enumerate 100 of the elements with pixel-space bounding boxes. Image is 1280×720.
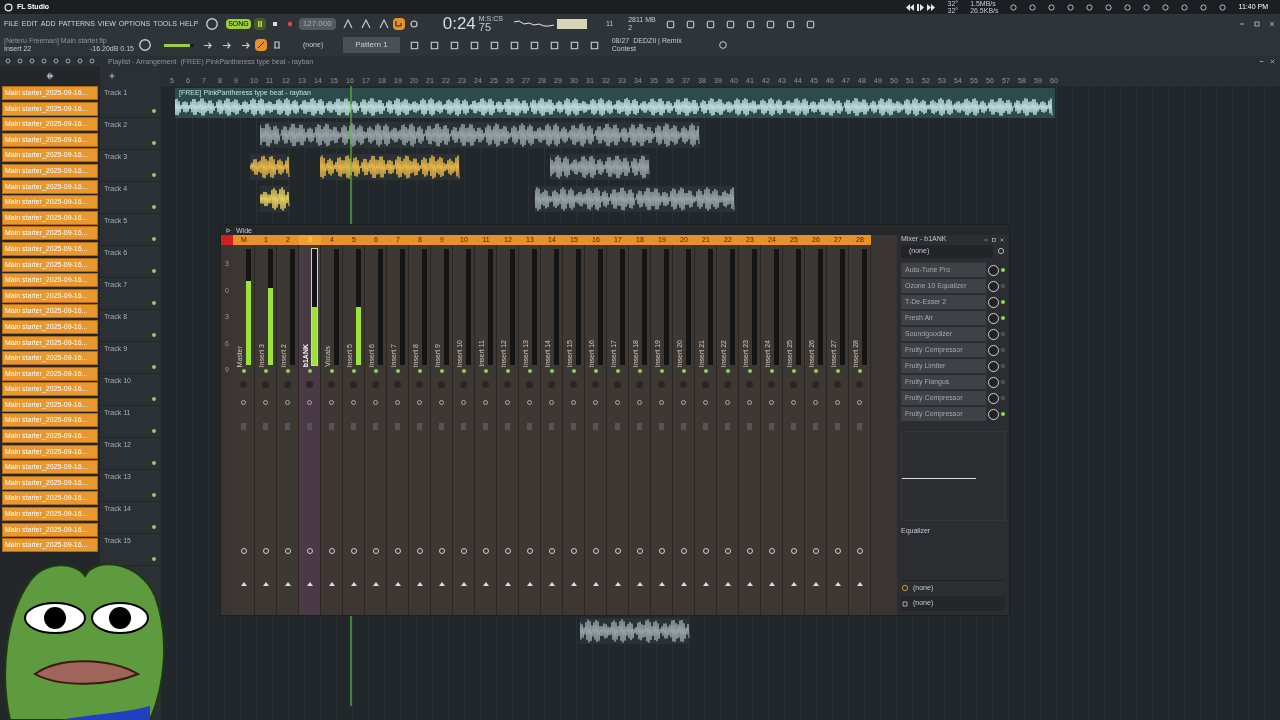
route-arrow-icon[interactable]	[460, 582, 467, 586]
audio-clip[interactable]	[260, 186, 290, 212]
strip-enabled-led[interactable]	[637, 369, 642, 373]
track-enabled-led[interactable]	[152, 493, 156, 497]
track-enabled-led[interactable]	[152, 333, 156, 337]
route-arrow-icon[interactable]	[856, 582, 863, 586]
route-arrow-icon[interactable]	[438, 582, 445, 586]
audio-clip[interactable]	[260, 122, 700, 148]
route-arrow-icon[interactable]	[746, 582, 753, 586]
mix-knob[interactable]	[988, 360, 999, 372]
route-arrow-icon[interactable]	[394, 582, 401, 586]
effect-enabled-led[interactable]	[1001, 268, 1005, 272]
track-enabled-led[interactable]	[152, 173, 156, 177]
audio-clip[interactable]	[250, 154, 290, 180]
master-volume-slider[interactable]	[164, 43, 190, 47]
audio-clip[interactable]	[320, 154, 460, 180]
route-arrow-icon[interactable]	[482, 582, 489, 586]
route-arrow-icon[interactable]	[724, 582, 731, 586]
strip-enabled-led[interactable]	[329, 369, 334, 373]
track-enabled-led[interactable]	[152, 237, 156, 241]
strip-enabled-led[interactable]	[857, 369, 862, 373]
strip-enabled-led[interactable]	[263, 369, 268, 373]
track-enabled-led[interactable]	[152, 461, 156, 465]
strip-enabled-led[interactable]	[681, 369, 686, 373]
route-arrow-icon[interactable]	[548, 582, 555, 586]
mix-knob[interactable]	[988, 264, 999, 276]
strip-enabled-led[interactable]	[593, 369, 598, 373]
strip-enabled-led[interactable]	[615, 369, 620, 373]
route-arrow-icon[interactable]	[570, 582, 577, 586]
route-arrow-icon[interactable]	[504, 582, 511, 586]
minimize-icon[interactable]	[1238, 20, 1246, 28]
audio-clip[interactable]	[535, 186, 735, 212]
strip-enabled-led[interactable]	[307, 369, 312, 373]
strip-enabled-led[interactable]	[241, 369, 246, 373]
track-enabled-led[interactable]	[152, 141, 156, 145]
route-arrow-icon[interactable]	[526, 582, 533, 586]
strip-enabled-led[interactable]	[549, 369, 554, 373]
strip-enabled-led[interactable]	[769, 369, 774, 373]
route-arrow-icon[interactable]	[614, 582, 621, 586]
mixer-menu-icon[interactable]	[225, 226, 232, 234]
audio-clip[interactable]	[550, 154, 650, 180]
effect-enabled-led[interactable]	[1001, 412, 1005, 416]
effect-enabled-led[interactable]	[1001, 300, 1005, 304]
route-arrow-icon[interactable]	[592, 582, 599, 586]
route-arrow-icon[interactable]	[240, 582, 247, 586]
track-enabled-led[interactable]	[152, 397, 156, 401]
strip-enabled-led[interactable]	[439, 369, 444, 373]
strip-enabled-led[interactable]	[527, 369, 532, 373]
strip-enabled-led[interactable]	[417, 369, 422, 373]
audio-clip[interactable]	[580, 618, 690, 644]
strip-enabled-led[interactable]	[373, 369, 378, 373]
restore-icon[interactable]	[991, 236, 997, 243]
waveform-icon[interactable]	[45, 71, 55, 81]
strip-enabled-led[interactable]	[505, 369, 510, 373]
strip-enabled-led[interactable]	[395, 369, 400, 373]
add-icon[interactable]	[108, 72, 116, 80]
route-arrow-icon[interactable]	[284, 582, 291, 586]
close-icon[interactable]	[1268, 20, 1276, 28]
mix-knob[interactable]	[988, 328, 999, 340]
route-arrow-icon[interactable]	[372, 582, 379, 586]
mix-knob[interactable]	[988, 344, 999, 356]
route-arrow-icon[interactable]	[768, 582, 775, 586]
strip-enabled-led[interactable]	[813, 369, 818, 373]
track-enabled-led[interactable]	[152, 429, 156, 433]
strip-enabled-led[interactable]	[285, 369, 290, 373]
route-arrow-icon[interactable]	[812, 582, 819, 586]
route-arrow-icon[interactable]	[262, 582, 269, 586]
track-enabled-led[interactable]	[152, 557, 156, 561]
link-icon[interactable]	[255, 39, 267, 51]
mix-knob[interactable]	[988, 280, 999, 292]
tray-icon[interactable]	[1217, 2, 1227, 12]
route-arrow-icon[interactable]	[416, 582, 423, 586]
pattern-selector[interactable]: Pattern 1	[343, 37, 400, 53]
track-enabled-led[interactable]	[152, 365, 156, 369]
pause-icon[interactable]	[253, 18, 266, 30]
restore-icon[interactable]	[1253, 20, 1261, 28]
route-arrow-icon[interactable]	[834, 582, 841, 586]
strip-enabled-led[interactable]	[725, 369, 730, 373]
knob-icon[interactable]	[205, 17, 220, 31]
strip-enabled-led[interactable]	[747, 369, 752, 373]
effect-enabled-led[interactable]	[1001, 316, 1005, 320]
track-enabled-led[interactable]	[152, 109, 156, 113]
strip-enabled-led[interactable]	[483, 369, 488, 373]
mix-knob[interactable]	[988, 376, 999, 388]
strip-enabled-led[interactable]	[351, 369, 356, 373]
knob-icon[interactable]	[138, 38, 152, 52]
close-icon[interactable]	[1269, 57, 1276, 65]
route-arrow-icon[interactable]	[658, 582, 665, 586]
route-arrow-icon[interactable]	[790, 582, 797, 586]
mix-knob[interactable]	[988, 296, 999, 308]
mix-knob[interactable]	[988, 312, 999, 324]
route-arrow-icon[interactable]	[306, 582, 313, 586]
route-arrow-icon[interactable]	[636, 582, 643, 586]
route-arrow-icon[interactable]	[350, 582, 357, 586]
strip-enabled-led[interactable]	[571, 369, 576, 373]
track-enabled-led[interactable]	[152, 269, 156, 273]
track-enabled-led[interactable]	[152, 525, 156, 529]
media-controls-icon[interactable]	[905, 3, 936, 11]
strip-enabled-led[interactable]	[461, 369, 466, 373]
mix-knob[interactable]	[988, 408, 999, 420]
